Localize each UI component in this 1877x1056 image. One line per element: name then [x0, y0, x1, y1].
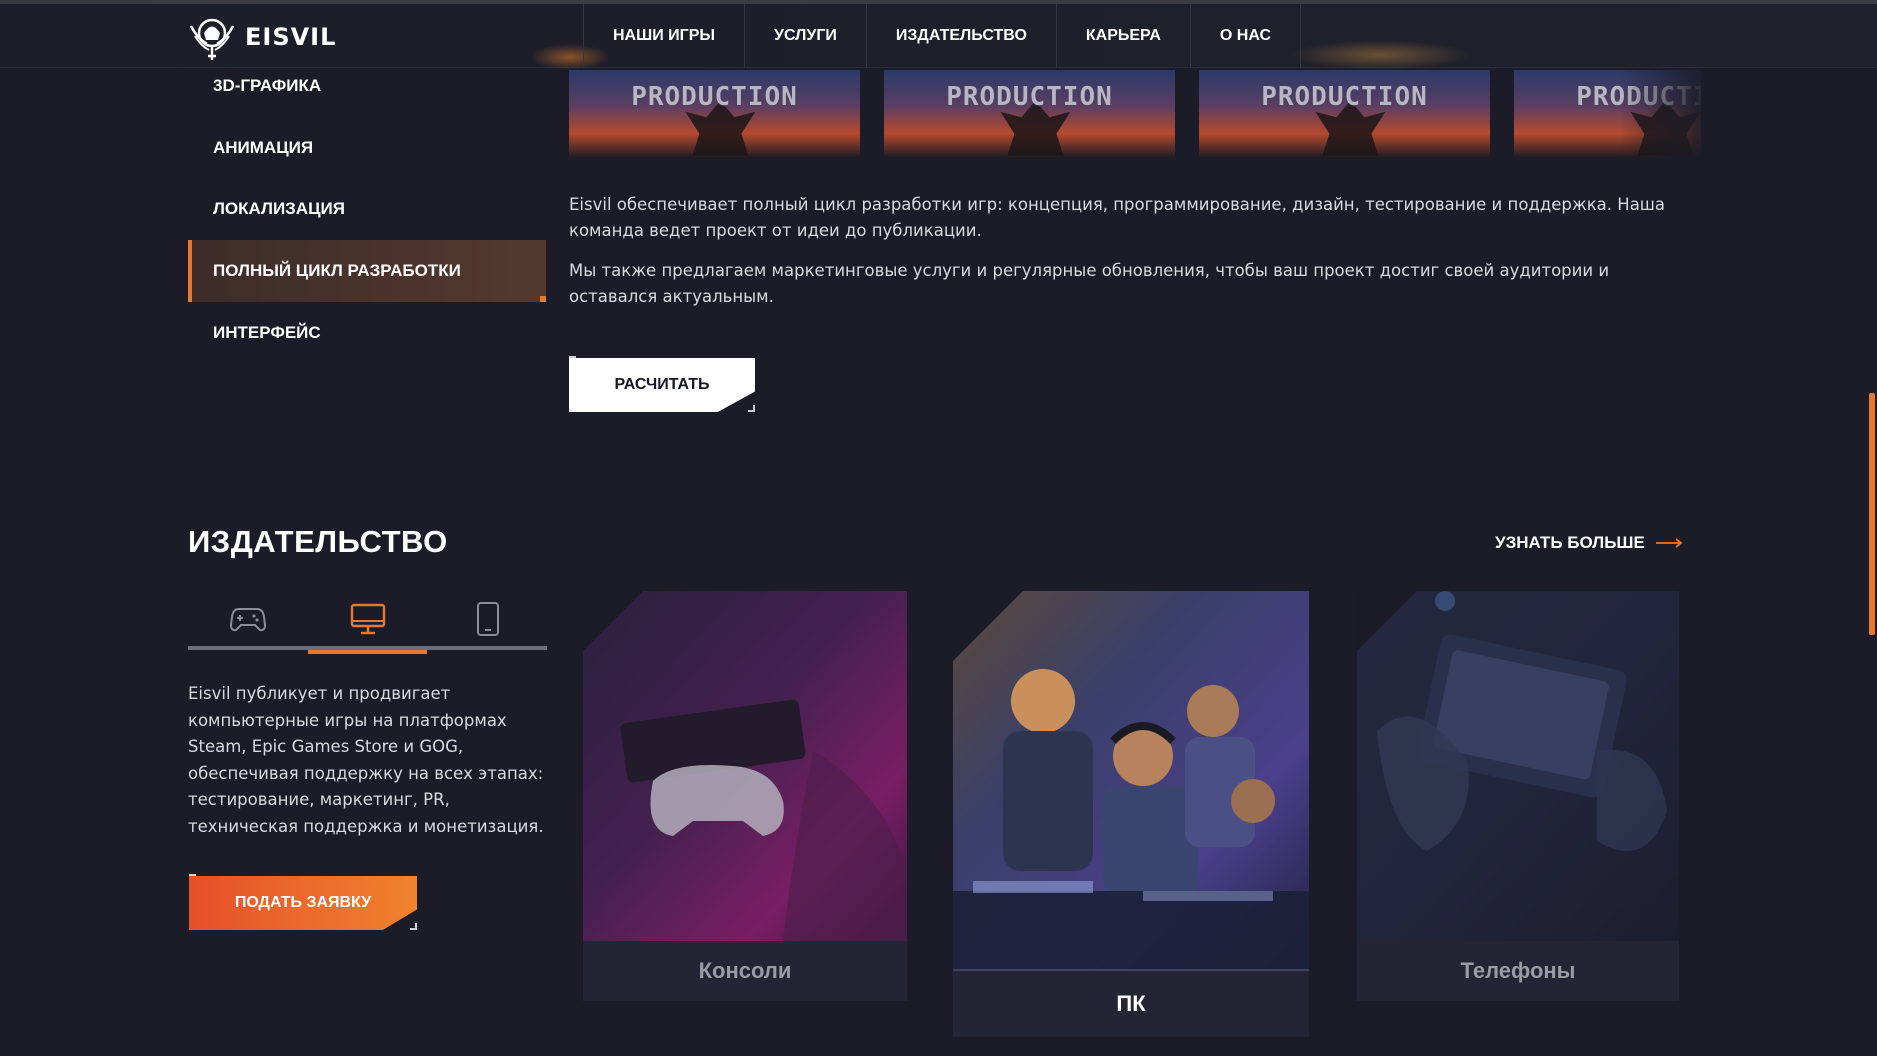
monitor-icon	[350, 603, 385, 635]
thumbnail-caption: PRODUCTION	[946, 82, 1113, 112]
service-item-animation[interactable]: АНИМАЦИЯ	[188, 117, 546, 179]
nav-item-about[interactable]: О НАС	[1189, 4, 1302, 68]
section-title-publishing: ИЗДАТЕЛЬСТВО	[188, 524, 448, 559]
service-item-3d-graphics[interactable]: 3D-ГРАФИКА	[188, 55, 546, 117]
service-description-2: Мы также предлагаем маркетинговые услуги…	[569, 261, 1610, 306]
nav-item-career[interactable]: КАРЬЕРА	[1055, 4, 1190, 68]
service-item-localization[interactable]: ЛОКАЛИЗАЦИЯ	[188, 178, 546, 240]
consoles-image	[583, 591, 907, 941]
card-label-phones: Телефоны	[1357, 941, 1679, 1001]
phone-icon	[476, 602, 499, 636]
production-thumbnail[interactable]: PRODUCTION	[884, 70, 1175, 158]
production-thumbnail[interactable]: PRODUCTION	[1199, 70, 1490, 158]
gamepad-icon	[229, 608, 266, 632]
thumbnail-caption: PRODUCTION	[1261, 82, 1428, 112]
tab-pc[interactable]	[308, 588, 427, 654]
platform-card-pc[interactable]: ПК	[953, 591, 1309, 1037]
publishing-description: Eisvil публикует и продвигает компьютерн…	[188, 684, 544, 836]
production-thumbnail-strip: PRODUCTION PRODUCTION PRODUCTION PRODUCT…	[569, 70, 1701, 158]
apply-button[interactable]: ПОДАТЬ ЗАЯВКУ	[189, 876, 417, 930]
service-item-full-cycle[interactable]: ПОЛНЫЙ ЦИКЛ РАЗРАБОТКИ	[188, 240, 546, 302]
card-label-pc: ПК	[953, 969, 1309, 1037]
button-corner-decor	[410, 923, 417, 930]
logo-text: EISVIL	[245, 23, 337, 51]
pc-gaming-image	[953, 591, 1309, 969]
card-label-consoles: Консоли	[583, 941, 907, 1001]
service-item-interface[interactable]: ИНТЕРФЕЙС	[188, 302, 546, 364]
thumbnail-fade	[1620, 70, 1710, 158]
thumbnail-caption: PRODUCTION	[631, 82, 798, 112]
nav-item-publishing[interactable]: ИЗДАТЕЛЬСТВО	[865, 4, 1056, 68]
nav-item-services[interactable]: УСЛУГИ	[744, 4, 866, 68]
tab-phones[interactable]	[428, 588, 547, 650]
button-corner-decor	[748, 405, 755, 412]
learn-more-label: УЗНАТЬ БОЛЬШЕ	[1495, 533, 1645, 552]
production-thumbnail[interactable]: PRODUCTION	[569, 70, 860, 158]
phones-image	[1357, 591, 1679, 941]
platform-card-phones[interactable]: Телефоны	[1357, 591, 1679, 1001]
main-nav: НАШИ ИГРЫ УСЛУГИ ИЗДАТЕЛЬСТВО КАРЬЕРА О …	[583, 4, 1302, 68]
learn-more-link[interactable]: УЗНАТЬ БОЛЬШЕ	[1495, 533, 1683, 553]
arrow-right-icon	[1655, 538, 1683, 548]
platform-tabs	[188, 588, 547, 654]
platform-card-consoles[interactable]: Консоли	[583, 591, 907, 1001]
service-description-1: Eisvil обеспечивает полный цикл разработ…	[569, 195, 1666, 240]
nav-glow	[1290, 40, 1470, 70]
scroll-indicator[interactable]	[1869, 393, 1875, 635]
nav-item-our-games[interactable]: НАШИ ИГРЫ	[583, 4, 744, 68]
calculate-button[interactable]: РАСЧИТАТЬ	[569, 358, 755, 412]
tab-consoles[interactable]	[188, 588, 307, 650]
